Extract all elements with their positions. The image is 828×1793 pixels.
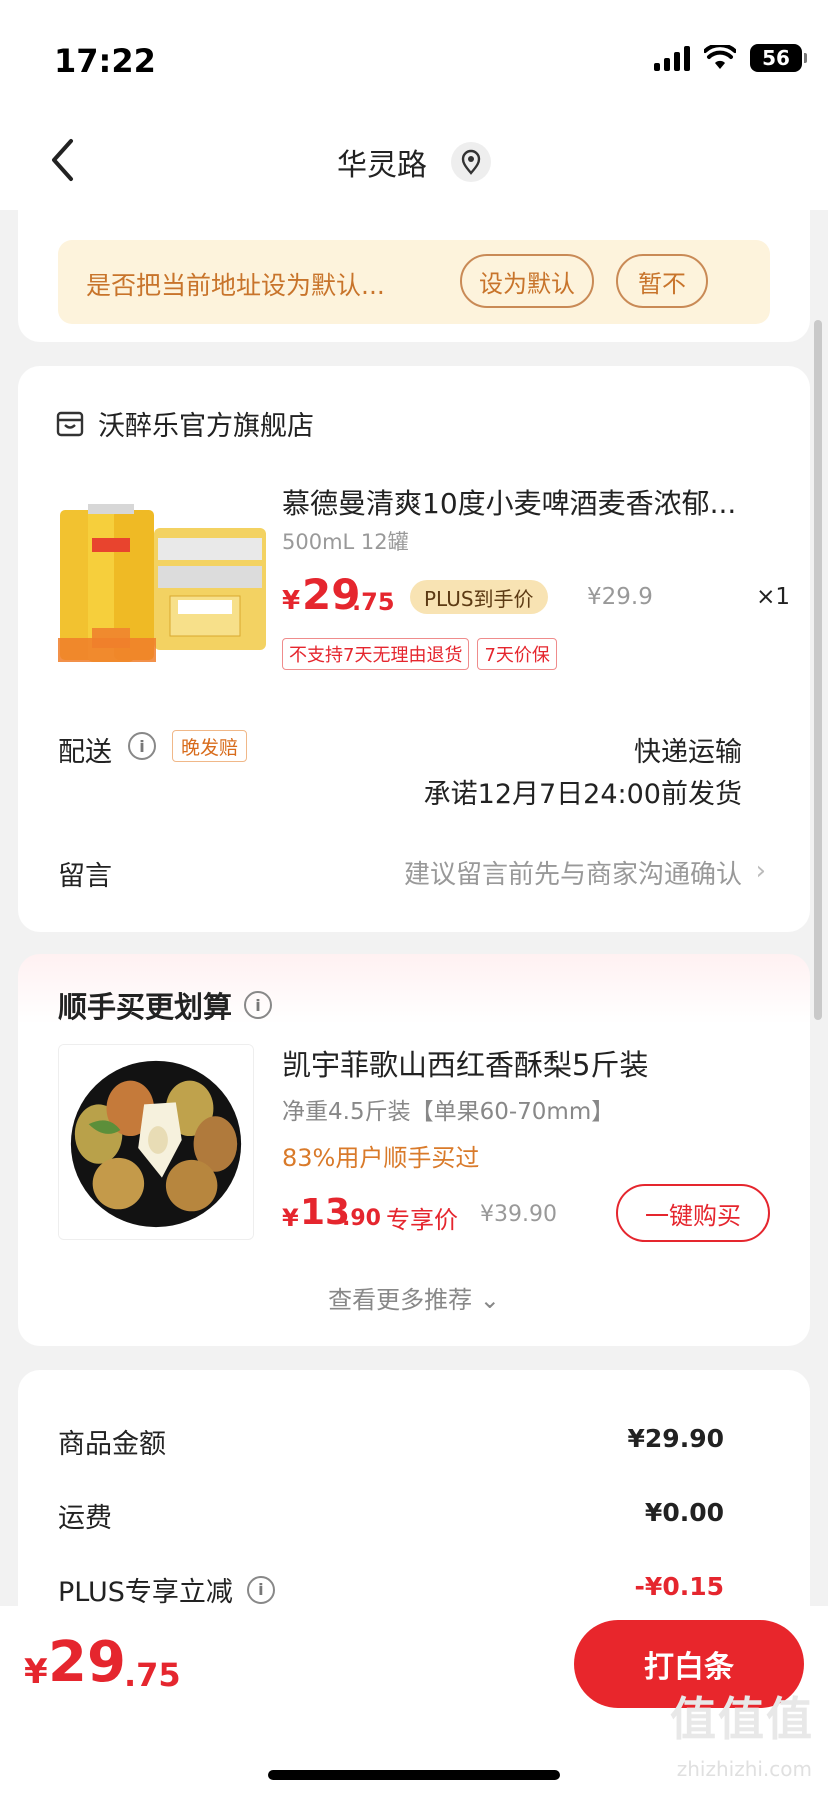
late-compensation-badge: 晚发赔 [172, 730, 248, 762]
rec-price-symbol: ¥ [282, 1204, 299, 1232]
recommend-title-text: 顺手买更划算 [58, 990, 233, 1024]
rec-original-price: ¥39.90 [480, 1202, 557, 1227]
plus-price-badge: PLUS到手价 [410, 580, 548, 614]
total-symbol: ¥ [24, 1652, 48, 1692]
rec-price-label: 专享价 [386, 1206, 458, 1234]
beer-product-image[interactable] [58, 488, 272, 666]
pear-product-image[interactable] [58, 1044, 254, 1240]
note-label: 留言 [58, 861, 112, 892]
original-price: ¥29.9 [587, 584, 653, 610]
home-indicator[interactable] [268, 1770, 560, 1780]
price-symbol: ¥ [282, 586, 301, 616]
wifi-icon [704, 45, 736, 69]
rec-price-decimal: .90 [342, 1206, 381, 1231]
status-time: 17:22 [54, 42, 156, 80]
price-decimal: .75 [352, 588, 395, 616]
shipping-promise: 承诺12月7日24:00前发货 [423, 779, 742, 810]
goods-amount-value: ¥29.90 [627, 1424, 724, 1453]
note-input[interactable]: 建议留言前先与商家沟通确认 [404, 854, 742, 891]
store-header[interactable]: 沃醉乐官方旗舰店 [56, 404, 314, 443]
nav-bar: 华灵路 [0, 110, 828, 210]
banner-text: 是否把当前地址设为默认... [86, 271, 385, 300]
recommend-item-spec: 净重4.5斤装【单果60-70mm】 [282, 1099, 615, 1125]
recommend-item-name[interactable]: 凯宇菲歌山西红香酥梨5斤装 [282, 1042, 648, 1084]
page-title: 华灵路 [337, 148, 427, 183]
plus-discount-info-icon[interactable]: i [246, 1575, 275, 1604]
total-integer: 29 [48, 1630, 126, 1695]
plus-discount-value: -¥0.15 [634, 1572, 724, 1601]
location-pin-icon[interactable] [451, 142, 491, 182]
not-now-button[interactable]: 暂不 [616, 254, 708, 308]
shipping-mode[interactable]: 快递运输 [634, 730, 742, 769]
price-protect-tag: 7天价保 [477, 638, 557, 670]
product-spec: 500mL 12罐 [282, 530, 409, 554]
store-icon [56, 411, 84, 436]
cellular-signal-icon [654, 45, 690, 71]
order-card: 沃醉乐官方旗舰店 慕德曼清爽10度小麦啤酒麦香浓郁... 500mL 12罐 ¥… [18, 366, 810, 932]
one-click-buy-button[interactable]: 一键购买 [616, 1184, 770, 1242]
default-address-banner: 是否把当前地址设为默认... 设为默认 暂不 [58, 240, 770, 324]
shipping-fee-label: 运费 [58, 1503, 112, 1534]
status-bar: 17:22 56 [0, 0, 828, 110]
delivery-label: 配送 [58, 737, 112, 768]
total-decimal: .75 [124, 1656, 181, 1694]
more-recommendations-link[interactable]: 查看更多推荐 ⌄ [18, 1280, 810, 1315]
product-tags: 不支持7天无理由退货 7天价保 [282, 638, 557, 670]
no-return-tag: 不支持7天无理由退货 [282, 638, 470, 670]
price-summary-card: 商品金额 ¥29.90 运费 ¥0.00 PLUS专享立减 i -¥0.15 [18, 1370, 810, 1630]
set-default-button[interactable]: 设为默认 [460, 254, 594, 308]
recommend-social-proof: 83%用户顺手买过 [282, 1144, 480, 1172]
delivery-info-icon[interactable]: i [128, 732, 156, 760]
plus-discount-label: PLUS专享立减 [58, 1577, 233, 1608]
checkout-bar: ¥ 29 .75 打白条 值值值 zhizhizhi.com [0, 1606, 828, 1793]
scrollbar[interactable] [814, 320, 822, 1020]
recommend-card: 顺手买更划算 i 凯宇菲歌山西红香酥梨5斤装 净重4.5斤装【单果60-70mm… [18, 954, 810, 1346]
recommend-title: 顺手买更划算 i [58, 984, 273, 1026]
goods-amount-label: 商品金额 [58, 1429, 166, 1460]
watermark: 值值值 [670, 1692, 814, 1746]
product-price-row: ¥ 29 .75 PLUS到手价 ¥29.9 ×1 [282, 570, 790, 620]
chevron-right-icon: › [755, 856, 766, 886]
shipping-fee-value: ¥0.00 [644, 1498, 724, 1527]
recommend-info-icon[interactable]: i [244, 991, 273, 1019]
status-icons: 56 [654, 44, 807, 72]
store-name: 沃醉乐官方旗舰店 [98, 411, 314, 442]
nav-title-group[interactable]: 华灵路 [0, 140, 828, 184]
plus-discount-row: PLUS专享立减 i [58, 1570, 275, 1609]
watermark-url: zhizhizhi.com [676, 1757, 812, 1781]
battery-icon: 56 [750, 44, 807, 72]
quantity: ×1 [756, 584, 790, 610]
address-card: 是否把当前地址设为默认... 设为默认 暂不 [18, 196, 810, 342]
product-title[interactable]: 慕德曼清爽10度小麦啤酒麦香浓郁... [282, 482, 782, 522]
